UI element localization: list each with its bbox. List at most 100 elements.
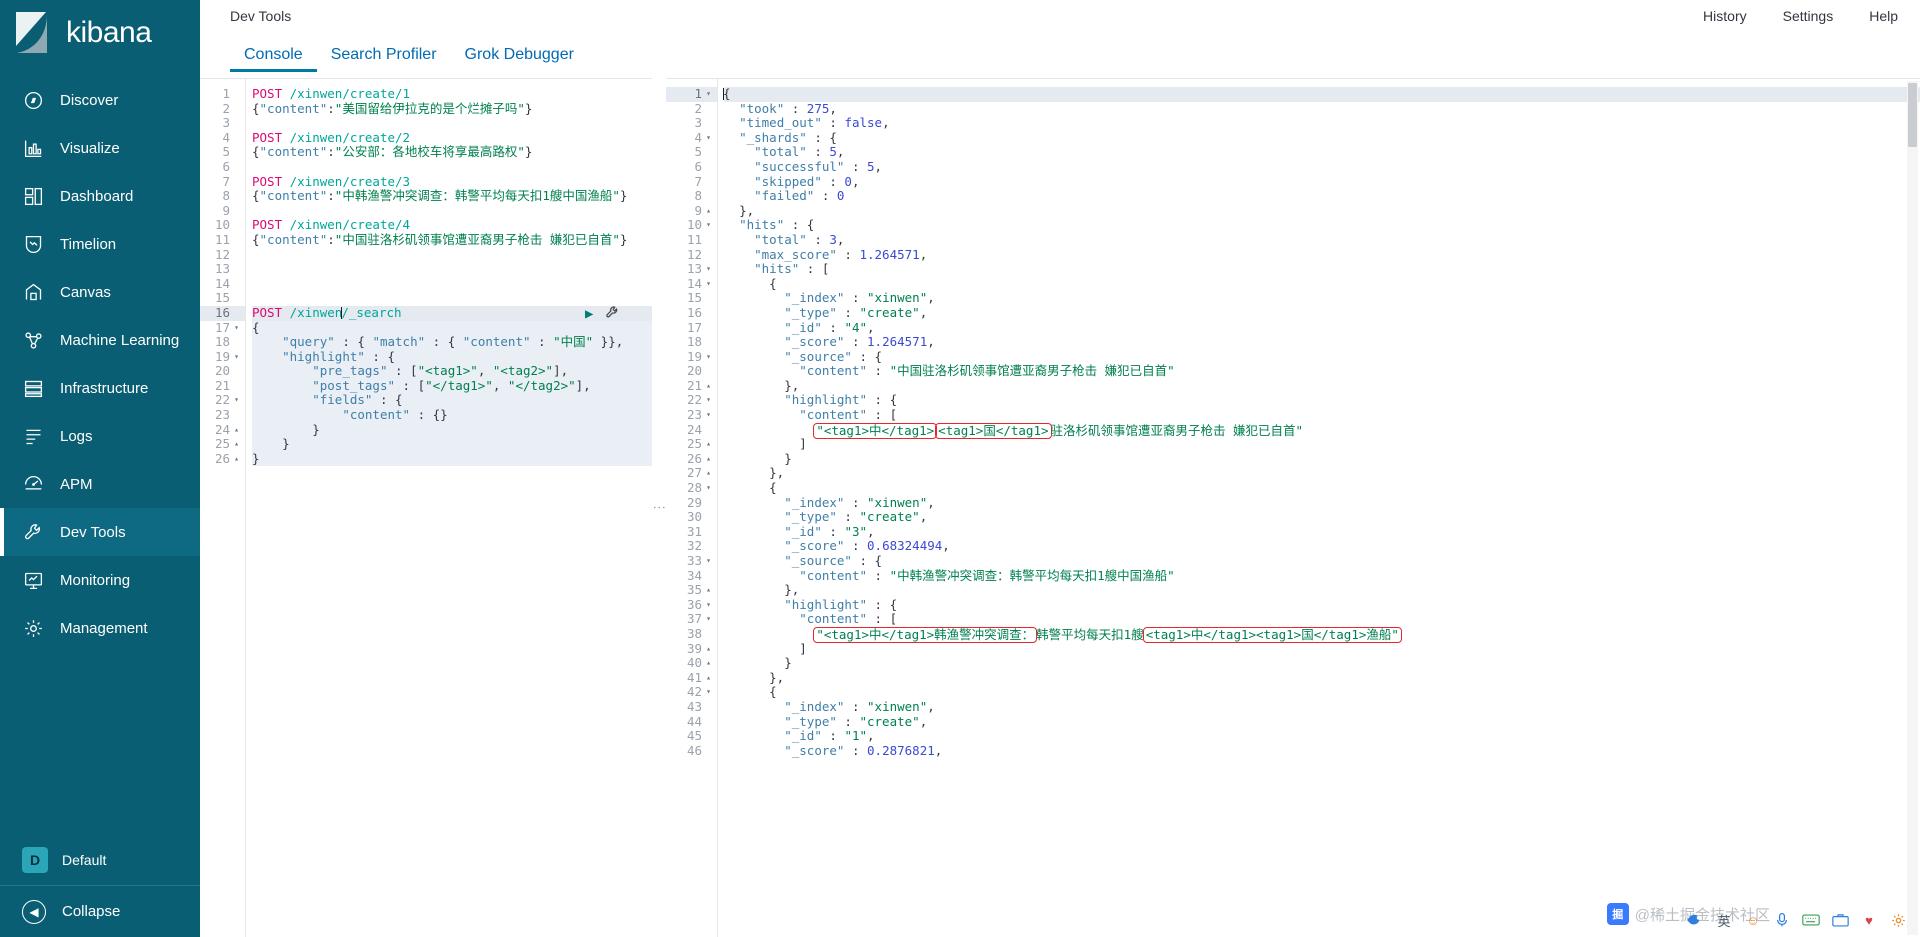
fold-toggle-icon[interactable]: ▾ [705, 262, 712, 277]
toolbox-icon[interactable] [1830, 910, 1850, 930]
code-line[interactable]: POST /xinwen/create/2 [252, 130, 652, 146]
fold-toggle-icon[interactable]: ▾ [705, 350, 712, 365]
scrollbar-thumb[interactable] [1908, 83, 1917, 147]
code-line[interactable]: {"content":"公安部：各地校车将享最高路权"} [252, 145, 652, 160]
fold-toggle-icon[interactable]: ▾ [705, 393, 712, 408]
code-line[interactable]: } [724, 451, 1920, 467]
microphone-icon[interactable] [1772, 910, 1792, 930]
code-line[interactable]: "highlight" : { [724, 393, 1920, 408]
code-line[interactable]: "_index" : "xinwen", [724, 495, 1920, 511]
fold-toggle-icon[interactable]: ▴ [233, 437, 240, 452]
smiley-icon[interactable]: ☺ [1743, 910, 1763, 930]
sidebar-item-management[interactable]: Management [0, 604, 200, 652]
code-line[interactable]: "_shards" : { [724, 130, 1920, 146]
sidebar-item-discover[interactable]: Discover [0, 76, 200, 124]
sidebar-item-canvas[interactable]: Canvas [0, 268, 200, 316]
sidebar-item-dev-tools[interactable]: Dev Tools [0, 508, 200, 556]
code-line[interactable]: }, [724, 582, 1920, 598]
tab-search-profiler[interactable]: Search Profiler [317, 47, 451, 72]
keyboard-icon[interactable] [1801, 910, 1821, 930]
fold-toggle-icon[interactable]: ▾ [233, 321, 240, 336]
code-line[interactable]: { [724, 276, 1920, 292]
fold-toggle-icon[interactable]: ▾ [233, 350, 240, 365]
code-line[interactable]: "post_tags" : ["</tag1>", "</tag2>"], [252, 378, 652, 394]
fold-toggle-icon[interactable]: ▴ [705, 466, 712, 481]
code-line[interactable]: }, [724, 670, 1920, 686]
request-editor[interactable]: 1 2 3 4 5 6 7 8 9 10 11 12 13 14 15 16 17 ▾ 18 19 ▾ 20 21 22 ▾ 23… [200, 79, 652, 937]
fold-toggle-icon[interactable]: ▾ [705, 554, 712, 569]
fold-toggle-icon[interactable]: ▴ [233, 423, 240, 438]
code-line[interactable]: "_score" : 1.264571, [724, 334, 1920, 350]
code-line[interactable]: "_index" : "xinwen", [724, 699, 1920, 715]
code-line[interactable]: "skipped" : 0, [724, 174, 1920, 190]
fold-toggle-icon[interactable]: ▴ [705, 437, 712, 452]
sidebar-item-timelion[interactable]: Timelion [0, 220, 200, 268]
code-line[interactable] [252, 262, 652, 277]
code-line[interactable]: "_score" : 0.68324494, [724, 539, 1920, 554]
code-line[interactable]: POST /xinwen/create/3 [252, 174, 652, 190]
code-line[interactable]: "took" : 275, [724, 101, 1920, 117]
code-line[interactable]: ] [724, 436, 1920, 452]
code-line[interactable]: "highlight" : { [724, 597, 1920, 613]
code-line[interactable]: "content" : "中韩渔警冲突调查：韩警平均每天扣1艘中国渔船" [724, 568, 1920, 584]
fold-toggle-icon[interactable]: ▴ [705, 204, 712, 219]
code-line[interactable]: }, [724, 203, 1920, 219]
ime-settings-icon[interactable] [1888, 910, 1908, 930]
code-line[interactable]: "failed" : 0 [724, 188, 1920, 204]
fold-toggle-icon[interactable]: ▾ [705, 277, 712, 292]
code-line[interactable]: "<tag1>中</tag1>韩渔警冲突调查： 韩警平均每天扣1艘 <tag1>中<… [724, 626, 1920, 643]
sidebar-item-monitoring[interactable]: Monitoring [0, 556, 200, 604]
fold-toggle-icon[interactable]: ▾ [705, 481, 712, 496]
code-line[interactable]: { [723, 86, 1920, 102]
fold-toggle-icon[interactable]: ▾ [705, 408, 712, 423]
code-line[interactable]: {"content":"中韩渔警冲突调查：韩警平均每天扣1艘中国渔船"} [252, 188, 652, 204]
code-line[interactable]: "_type" : "create", [724, 509, 1920, 525]
code-line[interactable]: "_id" : "3", [724, 524, 1920, 540]
settings-link[interactable]: Settings [1783, 8, 1834, 24]
code-line[interactable]: "hits" : [ [724, 261, 1920, 277]
code-line[interactable]: "_source" : { [724, 553, 1920, 569]
fold-toggle-icon[interactable]: ▾ [705, 685, 712, 700]
code-line[interactable]: ] [724, 641, 1920, 657]
help-link[interactable]: Help [1869, 8, 1898, 24]
code-line[interactable]: { [724, 685, 1920, 700]
play-button[interactable]: ▶ [585, 307, 593, 322]
code-line[interactable] [252, 248, 652, 263]
fold-toggle-icon[interactable]: ▴ [705, 452, 712, 467]
code-line[interactable]: "<tag1>中</tag1> <tag1>国</tag1> 驻洛杉矶领事馆遭亚裔男… [724, 422, 1920, 439]
code-line[interactable]: "timed_out" : false, [724, 115, 1920, 131]
code-line[interactable]: "total" : 5, [724, 145, 1920, 160]
fold-toggle-icon[interactable]: ▾ [705, 598, 712, 613]
code-line[interactable] [252, 116, 652, 131]
code-line[interactable]: "fields" : { [252, 393, 652, 409]
code-line[interactable]: "query" : { "match" : { "content" : "中国"… [252, 334, 652, 350]
fold-toggle-icon[interactable]: ▾ [705, 612, 712, 627]
code-line[interactable]: "content" : "中国驻洛杉矶领事馆遭亚裔男子枪击 嫌犯已自首" [724, 363, 1920, 379]
code-line[interactable] [252, 204, 652, 219]
code-line[interactable] [252, 160, 652, 175]
code-line[interactable]: "content" : [ [724, 612, 1920, 627]
response-editor[interactable]: 1 ▾ 2 3 4 ▾ 5 6 7 8 9 ▴ 10 ▾ 11 12 13 ▾ 14 ▾ 15 16 17 18 19 ▾ 20 21… [666, 79, 1920, 937]
code-line[interactable]: "_type" : "create", [724, 305, 1920, 321]
sidebar-item-machine-learning[interactable]: Machine Learning [0, 316, 200, 364]
kibana-logo[interactable]: kibana [0, 0, 200, 66]
code-line[interactable]: POST /xinwen/create/1 [252, 86, 652, 102]
sidebar-item-visualize[interactable]: Visualize [0, 124, 200, 172]
code-line[interactable]: {"content":"中国驻洛杉矶领事馆遭亚裔男子枪击 嫌犯已自首"} [252, 232, 652, 248]
wrench-menu-button[interactable] [605, 305, 620, 324]
pane-splitter[interactable]: ⋮ [652, 78, 667, 937]
fold-toggle-icon[interactable]: ▾ [705, 131, 712, 146]
code-line[interactable]: } [252, 451, 652, 467]
code-line[interactable]: "_type" : "create", [724, 714, 1920, 730]
ime-logo-icon[interactable] [1685, 910, 1705, 930]
code-line[interactable]: "_source" : { [724, 349, 1920, 365]
code-line[interactable]: "_score" : 0.2876821, [724, 743, 1920, 759]
code-line[interactable]: "successful" : 5, [724, 159, 1920, 175]
code-line[interactable]: } [252, 422, 652, 438]
fold-toggle-icon[interactable]: ▴ [233, 452, 240, 467]
code-line[interactable]: "max_score" : 1.264571, [724, 247, 1920, 263]
sidebar-item-logs[interactable]: Logs [0, 412, 200, 460]
fold-toggle-icon[interactable]: ▴ [705, 642, 712, 657]
code-line[interactable] [252, 291, 652, 306]
code-line[interactable] [252, 277, 652, 292]
